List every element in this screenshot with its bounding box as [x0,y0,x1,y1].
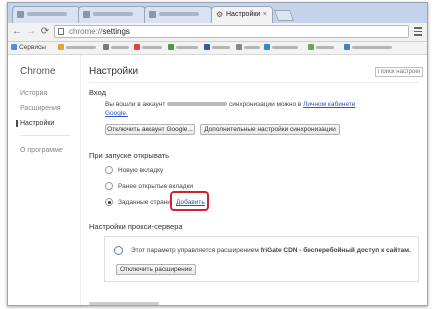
address-bar[interactable]: chrome://settings [54,25,409,38]
tab-title-blurred [93,12,133,17]
close-tab-icon[interactable]: × [263,7,267,22]
tab-1[interactable] [12,6,80,23]
tab-favicon-icon [149,11,156,18]
bookmark-favicon-icon [134,44,140,51]
radio-label-specific-pages: Заданные страницы: [118,199,172,206]
extension-notice: Этот параметр управляется расширением fr… [104,236,419,282]
bookmark-favicon-icon [264,44,270,51]
radio-new-tab[interactable] [105,166,113,174]
extension-notice-text: Этот параметр управляется расширением fr… [131,247,411,254]
bookmark-favicon-icon [236,44,242,51]
bookmark-favicon-icon [168,44,174,51]
sidebar-divider [20,135,70,136]
bookmark-10[interactable] [344,44,392,52]
tab-title: Настройки [226,11,261,18]
forward-arrow-icon[interactable]: → [25,25,37,38]
browser-window: ⚙ Настройки × ← → ⟳ chrome://settings Се… [7,2,428,306]
bookmark-6[interactable] [204,44,230,52]
bookmark-favicon-icon [344,44,350,51]
bookmark-9[interactable] [308,44,334,52]
bookmarks-bar: Сервисы [8,42,427,55]
sidebar-item-about[interactable]: О программе [20,147,63,154]
account-link[interactable]: Личном кабинете [303,101,355,108]
tab-favicon-icon [83,11,90,18]
account-email-blurred [167,102,228,107]
bookmark-8[interactable] [264,44,298,52]
radio-label-restore-tabs: Ранее открытые вкладки [118,183,194,190]
toolbar: ← → ⟳ chrome://settings [8,23,427,42]
bookmark-label-blurred [111,45,129,49]
page-title: Настройки [89,66,139,77]
sync-settings-button[interactable]: Дополнительные настройки синхронизации [200,124,340,135]
back-arrow-icon[interactable]: ← [11,25,23,38]
extension-icon [114,246,123,255]
sidebar-title: Chrome [20,66,56,77]
bookmark-favicon-icon [308,44,314,51]
bookmark-7[interactable] [236,44,260,52]
startup-heading: При запуске открывать [89,151,170,160]
sidebar-item-extensions[interactable]: Расширения [20,105,61,112]
bookmark-2[interactable] [58,44,96,52]
new-tab-button[interactable] [273,10,295,21]
next-section-cutoff [89,299,159,305]
tab-3[interactable] [144,6,212,23]
extension-name: friGate CDN - бесперебойный доступ к сай… [260,247,411,254]
tab-strip: ⚙ Настройки × [8,3,427,23]
bookmark-3[interactable] [103,44,129,52]
menu-icon[interactable] [413,25,423,38]
reload-icon[interactable]: ⟳ [39,25,51,38]
login-text-line2: Google. [105,110,128,117]
settings-page: Chrome История Расширения Настройки О пр… [8,55,427,305]
url-scheme: chrome:// [69,27,103,36]
radio-restore-tabs[interactable] [105,182,113,190]
sidebar-divider-vertical [80,55,81,305]
bookmark-label-blurred [244,45,260,49]
sidebar-item-history[interactable]: История [20,90,47,97]
sidebar-item-settings[interactable]: Настройки [16,120,54,127]
add-pages-link[interactable]: Добавить [176,199,205,206]
page-icon [58,28,64,35]
gear-icon: ⚙ [216,10,224,19]
tab-favicon-icon [17,11,24,18]
bookmark-apps[interactable]: Сервисы [11,44,46,52]
bookmark-label-blurred [352,45,392,49]
bookmark-label-blurred [142,45,162,49]
radio-label-new-tab: Новую вкладку [118,167,164,174]
bookmark-label-blurred [212,45,230,49]
proxy-heading: Настройки прокси-сервера [89,222,183,231]
tab-settings[interactable]: ⚙ Настройки × [211,6,273,23]
tab-2[interactable] [78,6,146,23]
tab-title-blurred [27,12,67,17]
url-path: settings [102,27,130,36]
bookmark-label-blurred [176,45,198,49]
radio-specific-pages[interactable] [105,198,113,206]
apps-grid-icon [11,44,17,51]
bookmark-favicon-icon [204,44,210,51]
login-text: Вы вошли в аккаунт синхронизации можно в… [105,101,356,108]
bookmark-favicon-icon [58,44,64,51]
google-link[interactable]: Google. [105,110,128,117]
title-divider [89,82,419,83]
login-heading: Вход [89,88,106,97]
bookmark-favicon-icon [103,44,109,51]
bookmark-label-blurred [272,45,298,49]
disconnect-account-button[interactable]: Отключить аккаунт Google... [105,124,195,135]
bookmark-4[interactable] [134,44,162,52]
bookmark-label-blurred [316,45,334,49]
search-input[interactable] [375,67,423,77]
bookmark-label: Сервисы [19,44,46,51]
tab-title-blurred [159,12,199,17]
bookmark-5[interactable] [168,44,198,52]
bookmark-label-blurred [66,45,96,49]
disable-extension-button[interactable]: Отключить расширение [116,264,196,275]
